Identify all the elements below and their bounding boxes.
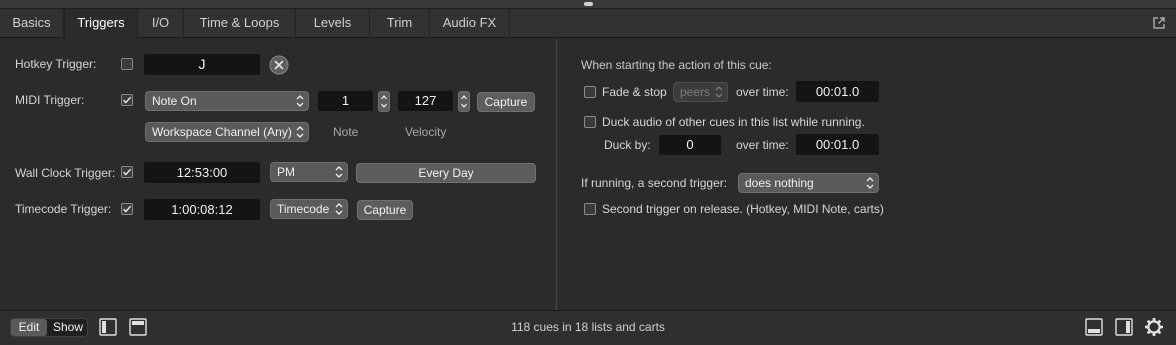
fade-target-value: peers bbox=[680, 85, 711, 99]
duck-time-field[interactable]: 00:01.0 bbox=[796, 134, 879, 155]
gear-icon[interactable] bbox=[1144, 317, 1164, 337]
timecode-trigger-label: Timecode Trigger: bbox=[15, 202, 112, 216]
midi-type-value: Note On bbox=[152, 94, 197, 108]
midi-channel-select[interactable]: Workspace Channel (Any) bbox=[145, 122, 309, 142]
duck-by-field[interactable]: 0 bbox=[659, 135, 721, 155]
fade-overtime-label: over time: bbox=[736, 85, 789, 99]
timecode-trigger-checkbox[interactable] bbox=[121, 203, 133, 215]
second-trigger-select[interactable]: does nothing bbox=[738, 173, 879, 193]
midi-trigger-checkbox[interactable] bbox=[121, 94, 133, 106]
wallclock-trigger-checkbox[interactable] bbox=[121, 166, 133, 178]
tab-basics[interactable]: Basics bbox=[0, 9, 64, 38]
tab-time-loops[interactable]: Time & Loops bbox=[184, 9, 296, 38]
tab-triggers[interactable]: Triggers bbox=[64, 9, 138, 39]
fade-stop-checkbox[interactable] bbox=[584, 86, 596, 98]
hotkey-field[interactable]: J bbox=[144, 54, 260, 75]
popout-icon[interactable] bbox=[1152, 16, 1166, 30]
midi-velocity-stepper[interactable] bbox=[458, 91, 470, 112]
select-arrows-icon bbox=[296, 126, 304, 138]
tab-strip: Basics Triggers I/O Time & Loops Levels … bbox=[0, 9, 1176, 39]
tab-trim[interactable]: Trim bbox=[370, 9, 430, 38]
select-arrows-icon bbox=[335, 203, 343, 215]
select-arrows-icon bbox=[296, 95, 304, 107]
timecode-capture-button[interactable]: Capture bbox=[357, 200, 413, 220]
timecode-type-select[interactable]: Timecode bbox=[270, 199, 348, 219]
resize-grip[interactable] bbox=[584, 2, 593, 6]
status-text: 118 cues in 18 lists and carts bbox=[511, 320, 665, 334]
timecode-type-value: Timecode bbox=[277, 202, 330, 216]
midi-trigger-label: MIDI Trigger: bbox=[15, 93, 85, 107]
wallclock-ampm-value: PM bbox=[277, 165, 295, 179]
fade-time-field[interactable]: 00:01.0 bbox=[796, 81, 879, 102]
panel-bottom-icon[interactable] bbox=[1085, 318, 1103, 336]
fade-target-select: peers bbox=[673, 82, 728, 102]
tab-audio-fx[interactable]: Audio FX bbox=[430, 9, 510, 38]
release-trigger-checkbox[interactable] bbox=[584, 203, 596, 215]
velocity-caption: Velocity bbox=[405, 125, 447, 139]
midi-note-stepper[interactable] bbox=[378, 91, 390, 112]
wallclock-repeat-button[interactable]: Every Day bbox=[356, 163, 536, 183]
duck-audio-checkbox[interactable] bbox=[584, 116, 596, 128]
action-heading: When starting the action of this cue: bbox=[581, 58, 772, 72]
timecode-field[interactable]: 1:00:08:12 bbox=[144, 199, 260, 220]
select-arrows-icon bbox=[866, 177, 874, 189]
sidebar-right-icon[interactable] bbox=[1115, 318, 1133, 336]
wallclock-trigger-label: Wall Clock Trigger: bbox=[15, 166, 116, 180]
wallclock-ampm-select[interactable]: PM bbox=[270, 162, 348, 182]
select-arrows-icon bbox=[335, 166, 343, 178]
hotkey-trigger-checkbox[interactable] bbox=[121, 58, 133, 70]
midi-capture-button[interactable]: Capture bbox=[477, 92, 535, 112]
duck-audio-label: Duck audio of other cues in this list wh… bbox=[602, 115, 865, 129]
second-trigger-label: If running, a second trigger: bbox=[581, 176, 728, 190]
tab-levels[interactable]: Levels bbox=[296, 9, 370, 38]
panel-divider[interactable] bbox=[556, 39, 557, 310]
wallclock-time-field[interactable]: 12:53:00 bbox=[144, 162, 260, 183]
release-trigger-label: Second trigger on release. (Hotkey, MIDI… bbox=[602, 202, 884, 216]
hotkey-trigger-label: Hotkey Trigger: bbox=[15, 57, 97, 71]
note-caption: Note bbox=[333, 125, 359, 139]
duck-by-label: Duck by: bbox=[604, 138, 651, 152]
select-arrows-icon bbox=[715, 86, 723, 98]
midi-channel-value: Workspace Channel (Any) bbox=[152, 125, 292, 139]
tab-io[interactable]: I/O bbox=[138, 9, 184, 38]
fade-stop-label: Fade & stop bbox=[602, 85, 667, 99]
midi-type-select[interactable]: Note On bbox=[145, 91, 309, 111]
clear-circle-icon[interactable] bbox=[269, 55, 289, 75]
midi-velocity-field[interactable]: 127 bbox=[398, 91, 453, 111]
midi-note-field[interactable]: 1 bbox=[318, 91, 373, 111]
duck-overtime-label: over time: bbox=[736, 138, 789, 152]
second-trigger-value: does nothing bbox=[745, 176, 814, 190]
